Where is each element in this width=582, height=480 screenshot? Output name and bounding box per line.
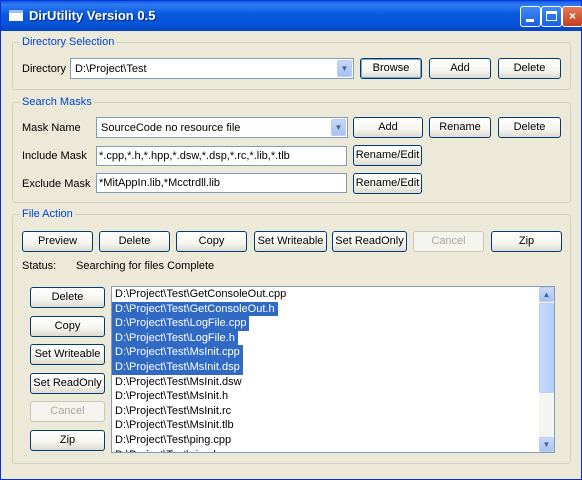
mask-name-value: SourceCode no resource file: [101, 122, 241, 134]
delete-directory-button[interactable]: Delete: [498, 58, 561, 79]
list-item[interactable]: D:\Project\Test\LogFile.cpp: [112, 316, 540, 331]
list-item[interactable]: D:\Project\Test\MsInit.tlb: [112, 418, 540, 433]
file-path: D:\Project\Test\GetConsoleOut.cpp: [115, 288, 287, 300]
status-label: Status:: [22, 260, 57, 272]
app-icon: [9, 10, 23, 21]
file-path: D:\Project\Test\ping.h: [112, 448, 540, 452]
set-writeable-button[interactable]: Set Writeable: [254, 231, 327, 252]
list-item[interactable]: D:\Project\Test\ping.h: [112, 448, 540, 452]
rename-edit-include-button[interactable]: Rename/Edit: [353, 145, 422, 166]
directory-combobox[interactable]: D:\Project\Test ▼: [70, 58, 354, 79]
directory-selection-label: Directory Selection: [20, 36, 117, 48]
maximize-icon: [546, 11, 557, 21]
list-item[interactable]: D:\Project\Test\GetConsoleOut.h: [112, 301, 540, 317]
arrow-down-icon[interactable]: ▼: [539, 437, 554, 452]
close-button[interactable]: ×: [562, 6, 582, 27]
list-item[interactable]: D:\Project\Test\LogFile.h: [112, 330, 540, 346]
exclude-mask-field[interactable]: *MitAppIn.lib,*Mcctrdll.lib: [96, 173, 347, 193]
file-path: D:\Project\Test\MsInit.dsp: [112, 359, 243, 375]
directory-value: D:\Project\Test: [75, 63, 147, 75]
vertical-scrollbar[interactable]: ▲ ▼: [539, 287, 554, 452]
file-action-label: File Action: [20, 208, 75, 220]
copy-files-button[interactable]: Copy: [176, 231, 247, 252]
file-path: D:\Project\Test\GetConsoleOut.h: [112, 301, 278, 317]
rename-mask-button[interactable]: Rename: [429, 117, 491, 138]
maximize-button[interactable]: [541, 6, 562, 27]
chevron-down-icon[interactable]: ▼: [331, 119, 346, 136]
file-path: D:\Project\Test\MsInit.rc: [115, 404, 232, 417]
rename-edit-exclude-button[interactable]: Rename/Edit: [353, 173, 422, 194]
add-mask-button[interactable]: Add: [353, 117, 423, 138]
file-path: D:\Project\Test\ping.cpp: [115, 433, 232, 446]
include-mask-label: Include Mask: [22, 150, 87, 162]
zip-button[interactable]: Zip: [491, 231, 562, 252]
side-set-writeable-button[interactable]: Set Writeable: [30, 344, 105, 365]
close-icon: ×: [568, 9, 576, 23]
cancel-button: Cancel: [413, 231, 484, 252]
exclude-mask-label: Exclude Mask: [22, 178, 91, 190]
side-delete-button[interactable]: Delete: [30, 287, 105, 308]
list-item[interactable]: D:\Project\Test\MsInit.cpp: [112, 345, 540, 360]
arrow-up-icon[interactable]: ▲: [539, 287, 554, 302]
window-title: DirUtility Version 0.5: [29, 8, 156, 23]
include-mask-value: *.cpp,*.h,*.hpp,*.dsw,*.dsp,*.rc,*.lib,*…: [99, 150, 290, 162]
side-copy-button[interactable]: Copy: [30, 316, 105, 337]
list-item[interactable]: D:\Project\Test\MsInit.rc: [112, 404, 540, 419]
delete-files-button[interactable]: Delete: [99, 231, 170, 252]
scroll-thumb[interactable]: [539, 303, 554, 393]
minimize-button[interactable]: [520, 6, 541, 27]
file-path: D:\Project\Test\MsInit.cpp: [112, 345, 243, 360]
set-readonly-button[interactable]: Set ReadOnly: [332, 231, 407, 252]
search-masks-label: Search Masks: [20, 96, 94, 108]
list-item[interactable]: D:\Project\Test\ping.cpp: [112, 433, 540, 448]
mask-name-label: Mask Name: [22, 122, 81, 134]
chevron-down-icon[interactable]: ▼: [337, 60, 352, 77]
directory-label: Directory: [22, 63, 67, 75]
exclude-mask-value: *MitAppIn.lib,*Mcctrdll.lib: [99, 177, 221, 189]
file-path: D:\Project\Test\LogFile.h: [112, 330, 238, 346]
include-mask-field[interactable]: *.cpp,*.h,*.hpp,*.dsw,*.dsp,*.rc,*.lib,*…: [96, 146, 347, 166]
side-set-readonly-button[interactable]: Set ReadOnly: [30, 373, 105, 394]
side-cancel-button: Cancel: [30, 401, 105, 422]
file-path: D:\Project\Test\MsInit.h: [115, 390, 229, 403]
list-item[interactable]: D:\Project\Test\MsInit.dsp: [112, 359, 540, 375]
mask-name-combobox[interactable]: SourceCode no resource file ▼: [96, 117, 348, 138]
file-path: D:\Project\Test\MsInit.tlb: [115, 419, 234, 432]
minimize-icon: [526, 19, 534, 22]
list-item[interactable]: D:\Project\Test\MsInit.dsw: [112, 375, 540, 390]
file-path: D:\Project\Test\LogFile.cpp: [112, 316, 250, 331]
list-item[interactable]: D:\Project\Test\GetConsoleOut.cpp: [112, 287, 540, 302]
add-directory-button[interactable]: Add: [429, 58, 491, 79]
file-list-rows: D:\Project\Test\GetConsoleOut.cpp D:\Proj…: [112, 287, 540, 452]
status-value: Searching for files Complete: [76, 260, 215, 272]
title-bar[interactable]: DirUtility Version 0.5 ×: [1, 1, 582, 31]
delete-mask-button[interactable]: Delete: [498, 117, 561, 138]
file-list[interactable]: D:\Project\Test\GetConsoleOut.cpp D:\Proj…: [111, 286, 555, 453]
browse-button[interactable]: Browse: [360, 58, 422, 79]
preview-button[interactable]: Preview: [22, 231, 93, 252]
file-path: D:\Project\Test\MsInit.dsw: [115, 375, 242, 388]
side-zip-button[interactable]: Zip: [30, 430, 105, 451]
main-window: DirUtility Version 0.5 × Directory Selec…: [0, 0, 582, 480]
list-item[interactable]: D:\Project\Test\MsInit.h: [112, 389, 540, 404]
